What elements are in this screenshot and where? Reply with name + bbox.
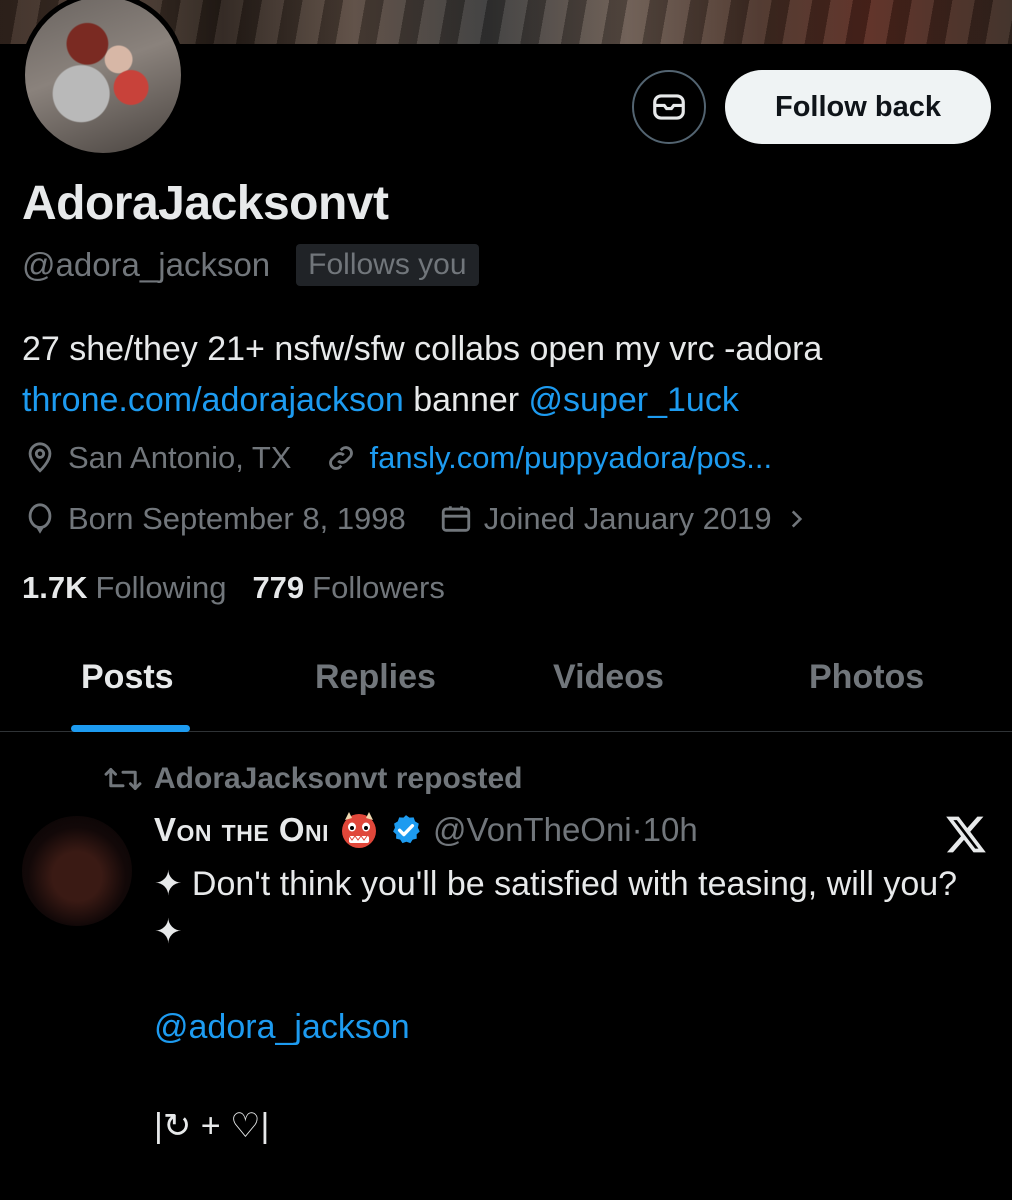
post-time-separator: · (631, 811, 643, 848)
profile-page: Follow back AdoraJacksonvt @adora_jackso… (0, 0, 1012, 1200)
calendar-icon (438, 501, 474, 537)
post-author-avatar[interactable] (22, 816, 132, 926)
post-mention[interactable]: @adora_jackson (154, 1008, 410, 1047)
joined-item[interactable]: Joined January 2019 (438, 501, 824, 537)
tab-videos[interactable]: Videos (553, 658, 664, 697)
active-tab-indicator (71, 725, 190, 732)
x-logo-icon (946, 816, 986, 853)
profile-tabs: Posts Replies Videos Photos (0, 640, 1012, 732)
following-stat[interactable]: 1.7K Following (22, 570, 226, 606)
profile-meta-row: San Antonio, TX fansly.com/puppyadora/po… (22, 440, 804, 476)
location-item: San Antonio, TX (22, 440, 291, 476)
birthday-item: Born September 8, 1998 (22, 501, 406, 537)
tab-photos[interactable]: Photos (809, 658, 924, 697)
message-button[interactable] (632, 70, 706, 144)
profile-handle: @adora_jackson (22, 246, 271, 283)
profile-avatar[interactable] (20, 0, 186, 158)
birthday-text: Born September 8, 1998 (68, 501, 406, 536)
chevron-right-icon (778, 501, 814, 537)
following-count: 1.7K (22, 570, 88, 605)
post-header: Von the Oni @VonTheOni · 10h (154, 810, 698, 850)
profile-meta-row-2: Born September 8, 1998 Joined January 20… (22, 501, 856, 537)
follows-you-badge: Follows you (296, 244, 479, 286)
profile-bio: 27 she/they 21+ nsfw/sfw collabs open my… (22, 324, 992, 426)
repost-label: AdoraJacksonvt reposted (154, 762, 523, 795)
website-link[interactable]: fansly.com/puppyadora/pos... (369, 440, 772, 476)
follow-back-button[interactable]: Follow back (725, 70, 991, 144)
location-text: San Antonio, TX (68, 440, 292, 475)
joined-text: Joined January 2019 (483, 501, 772, 536)
post-author-handle[interactable]: @VonTheOni (433, 811, 632, 849)
handle-row: @adora_jackson Follows you (22, 244, 479, 286)
bio-text: banner (403, 381, 529, 419)
verified-badge-icon (389, 813, 423, 847)
bio-line: 27 she/they 21+ nsfw/sfw collabs open my… (22, 330, 823, 368)
tab-replies[interactable]: Replies (315, 658, 436, 697)
repost-icon (104, 762, 144, 796)
post-text: ✦ Don't think you'll be satisfied with t… (154, 865, 958, 951)
post-footer-text: |↻ + ♡| (154, 1107, 270, 1145)
link-icon (323, 440, 359, 476)
envelope-icon (653, 94, 685, 120)
location-pin-icon (22, 440, 58, 476)
website-item[interactable]: fansly.com/puppyadora/pos... (323, 440, 772, 476)
follow-stats: 1.7K Following 779 Followers (22, 570, 471, 606)
balloon-icon (22, 501, 58, 537)
bio-link[interactable]: throne.com/adorajackson (22, 381, 404, 419)
following-label: Following (95, 570, 227, 605)
post-timestamp[interactable]: 10h (643, 811, 698, 849)
profile-name: AdoraJacksonvt (22, 177, 389, 230)
repost-indicator[interactable]: AdoraJacksonvt reposted (104, 762, 522, 796)
oni-mask-emoji (339, 810, 379, 850)
bio-mention[interactable]: @super_1uck (529, 381, 739, 419)
followers-label: Followers (312, 570, 445, 605)
tab-posts[interactable]: Posts (81, 658, 174, 697)
post-author-name[interactable]: Von the Oni (154, 811, 329, 849)
bio-line: throne.com/adorajackson banner @super_1u… (22, 375, 992, 426)
followers-stat[interactable]: 779 Followers (252, 570, 444, 606)
followers-count: 779 (252, 570, 305, 605)
